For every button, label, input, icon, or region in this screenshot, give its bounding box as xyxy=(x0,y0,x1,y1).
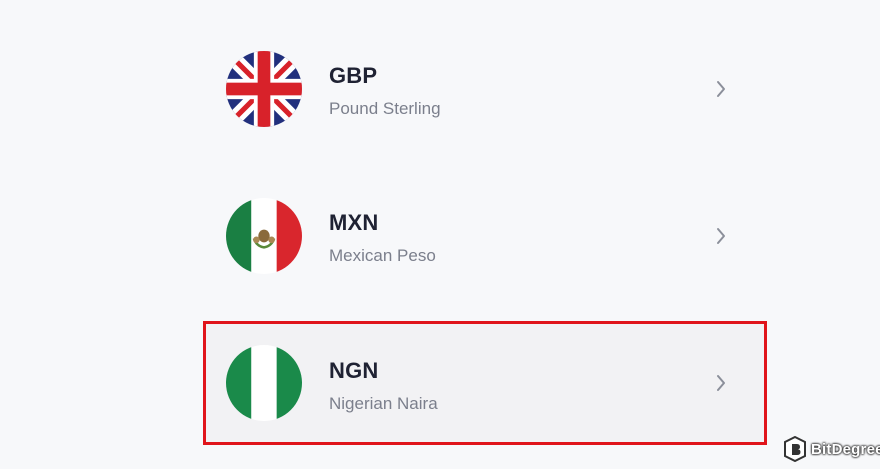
nigeria-flag-icon xyxy=(226,345,302,421)
bitdegree-watermark: BitDegree xyxy=(784,436,880,462)
chevron-right-icon xyxy=(714,79,728,99)
currency-item-mxn[interactable]: MXN Mexican Peso xyxy=(206,177,764,295)
currency-name: Mexican Peso xyxy=(329,246,436,265)
bitdegree-logo-icon xyxy=(784,436,806,462)
currency-name: Nigerian Naira xyxy=(329,394,438,413)
currency-name: Pound Sterling xyxy=(329,99,441,118)
currency-item-ngn[interactable]: NGN Nigerian Naira xyxy=(206,324,764,442)
currency-code: GBP xyxy=(329,63,378,88)
chevron-right-icon xyxy=(714,226,728,246)
uk-flag-icon xyxy=(226,51,302,127)
currency-item-gbp[interactable]: GBP Pound Sterling xyxy=(206,30,764,148)
chevron-right-icon xyxy=(714,373,728,393)
brand-name: BitDegree xyxy=(811,440,880,458)
currency-code: NGN xyxy=(329,358,379,383)
mexico-flag-icon xyxy=(226,198,302,274)
currency-code: MXN xyxy=(329,210,379,235)
